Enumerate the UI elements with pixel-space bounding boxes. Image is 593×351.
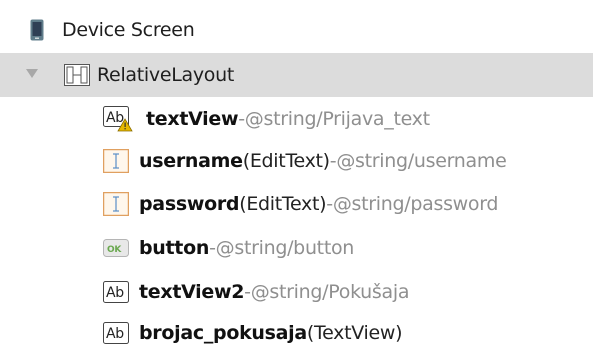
string-reference: @string/username (336, 150, 507, 172)
edittext-icon (102, 148, 130, 178)
tree-item-username[interactable]: username (EditText) - @string/username (0, 139, 593, 183)
string-reference: @string/button (215, 237, 355, 259)
tree-item-text: password (EditText) - @string/password (139, 182, 498, 226)
component-id: brojac_pokusaja (139, 322, 307, 344)
tree-item-textview[interactable]: Ab textView - @string/Prijava_text (0, 97, 593, 141)
relative-layout-icon (64, 64, 90, 91)
tree-item-button[interactable]: OK button - @string/button (0, 226, 593, 270)
tree-item-label: Device Screen (62, 19, 195, 41)
button-icon: OK (103, 239, 129, 262)
tree-item-text: brojac_pokusaja (TextView) (139, 311, 403, 351)
component-id: button (139, 237, 210, 259)
tree-item-textview2[interactable]: Ab textView2 - @string/Pokušaja (0, 270, 593, 314)
tree-item-label: RelativeLayout (97, 64, 235, 86)
tree-item-device-screen[interactable]: Device Screen (0, 8, 593, 52)
textview-icon: Ab (103, 322, 129, 349)
tree-item-text: textView2 - @string/Pokušaja (139, 270, 410, 314)
string-reference: @string/Pokušaja (250, 281, 410, 303)
svg-text:OK: OK (107, 245, 122, 255)
tree-item-brojac-pokusaja[interactable]: Ab brojac_pokusaja (TextView) (0, 311, 593, 351)
textview-warning-icon: Ab (103, 106, 133, 137)
svg-text:Ab: Ab (106, 285, 124, 301)
device-screen-icon (30, 19, 44, 46)
tree-item-text: username (EditText) - @string/username (139, 139, 507, 183)
component-type: (EditText) (239, 193, 327, 215)
svg-text:Ab: Ab (106, 110, 124, 126)
string-reference: @string/Prijava_text (244, 108, 430, 130)
component-id: textView2 (139, 281, 245, 303)
component-id: textView (146, 108, 239, 130)
tree-item-relative-layout[interactable]: RelativeLayout (0, 53, 593, 97)
tree-item-text: button - @string/button (139, 226, 354, 270)
component-id: username (139, 150, 243, 172)
edittext-icon (102, 191, 130, 221)
string-reference: @string/password (332, 193, 499, 215)
component-type: (TextView) (306, 322, 403, 344)
component-id: password (139, 193, 240, 215)
tree-item-text: textView - @string/Prijava_text (146, 97, 430, 141)
tree-item-password[interactable]: password (EditText) - @string/password (0, 182, 593, 226)
chevron-down-icon[interactable] (26, 69, 38, 78)
textview-icon: Ab (103, 281, 129, 308)
component-type: (EditText) (242, 150, 330, 172)
svg-text:Ab: Ab (106, 326, 124, 342)
component-tree: Device Screen RelativeLayout Ab textView… (0, 0, 593, 351)
